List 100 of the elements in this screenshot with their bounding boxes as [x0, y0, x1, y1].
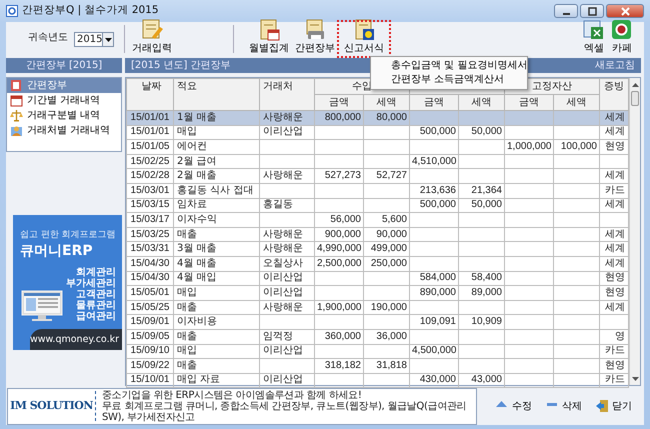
table-cell: 사랑해운 — [260, 168, 314, 184]
scroll-thumb[interactable] — [631, 91, 639, 106]
table-cell: 2,500,000 — [314, 256, 364, 272]
ad-product-name: 큐머니ERP — [20, 242, 94, 258]
table-cell: 31,818 — [364, 358, 410, 374]
ad-feature: 물류관리 — [75, 300, 116, 312]
exit-door-icon — [596, 400, 608, 412]
app-icon — [6, 5, 18, 17]
person-card-icon — [10, 124, 23, 137]
table-cell: 190,000 — [364, 300, 410, 315]
panel-header: 간편장부 [2015] — [6, 58, 122, 73]
year-select[interactable]: 2015 — [74, 32, 114, 47]
table-cell: 499,000 — [364, 242, 410, 256]
column-header: 세액 — [554, 94, 600, 110]
table-cell: 80,000 — [364, 110, 410, 126]
column-header: 증빙 — [600, 78, 628, 110]
table-cell: 2월 급여 — [174, 154, 260, 169]
ad-feature: 부가세관리 — [65, 278, 116, 289]
circle-badge-icon — [610, 18, 634, 41]
table-cell: 임차료 — [174, 198, 260, 213]
footer-button[interactable]: 닫기 — [596, 398, 632, 414]
ad-feature: 고객관리 — [75, 288, 116, 300]
sidebar-item[interactable]: 거래처별 거래내역 — [7, 123, 121, 138]
refresh-link[interactable]: 새로고침 — [595, 58, 635, 73]
toolbar-button[interactable]: 간편장부 — [292, 21, 338, 57]
table-cell: 이리산업 — [260, 271, 314, 286]
footer-button[interactable]: 수정 — [496, 398, 532, 414]
table-cell: 사랑해운 — [260, 227, 314, 242]
table-cell: 500,000 — [410, 125, 458, 140]
panel-title: [2015 년도] 간편장부 — [131, 59, 231, 73]
toolbar-button[interactable]: 월별집계 — [246, 21, 292, 57]
table-cell: 4,510,000 — [410, 154, 458, 169]
table-cell: 15/01/01 — [126, 110, 174, 126]
ad-banner[interactable]: 쉽고 편한 회계프로그램 큐머니ERP 회계관리 부가세관리 고객관리 물류관리 급여관리 www.qmoney.co.kr — [13, 215, 122, 350]
window-title: 간편장부Q | 철수가게 2015 — [22, 3, 159, 18]
table-cell: 사랑해운 — [260, 110, 314, 126]
table-cell: 109,091 — [410, 314, 458, 330]
table-cell: 15/09/05 — [126, 329, 174, 344]
table-cell: 15/03/01 — [126, 183, 174, 198]
table-cell: 213,636 — [410, 183, 458, 198]
table-cell: 15/01/05 — [126, 140, 174, 154]
column-header: 세액 — [364, 94, 410, 110]
table-cell: 15/01/01 — [126, 125, 174, 140]
table-cell: 오칠상사 — [260, 256, 314, 272]
table-cell: 15/03/15 — [126, 198, 174, 213]
ad-tagline: 쉽고 편한 회계프로그램 — [20, 229, 117, 242]
table-cell: 21,364 — [458, 183, 504, 198]
sidebar-item[interactable]: 거래구분별 내역 — [7, 108, 121, 123]
table-cell: 1,900,000 — [314, 300, 364, 315]
table-cell: 4월 매출 — [174, 256, 260, 272]
table-cell: 4,990,000 — [314, 242, 364, 256]
maximize-button[interactable] — [580, 4, 604, 18]
footer-button[interactable]: 삭제 — [546, 398, 582, 414]
table-cell: 매입 — [174, 125, 260, 140]
table-cell: 89,000 — [458, 286, 504, 300]
table-cell: 15/09/10 — [126, 344, 174, 359]
toolbar-button[interactable]: 카페 — [608, 21, 636, 57]
table-cell: 이리산업 — [260, 344, 314, 359]
spreadsheet-icon — [582, 18, 606, 41]
maximize-icon — [586, 6, 598, 16]
table-cell: 90,000 — [364, 227, 410, 242]
table-cell: 15/03/31 — [126, 242, 174, 256]
table-cell: 에어컨 — [174, 140, 260, 154]
table-cell: 홍길동 — [260, 198, 314, 213]
table-cell: 15/04/30 — [126, 256, 174, 272]
pencil-notepad-icon — [140, 18, 164, 41]
toolbar-button[interactable]: 엑셀 — [580, 21, 608, 57]
table-cell: 매입 — [174, 344, 260, 359]
table-cell: 800,000 — [314, 110, 364, 126]
column-header: 세액 — [458, 94, 504, 110]
table-cell: 임꺽정 — [260, 329, 314, 344]
table-cell: 3월 매출 — [174, 242, 260, 256]
table-cell: 36,000 — [364, 329, 410, 344]
sidebar-item[interactable]: 기간별 거래내역 — [7, 93, 121, 108]
table-cell: 이자비용 — [174, 314, 260, 330]
table-cell: 890,000 — [410, 286, 458, 300]
table-cell: 1,000,000 — [504, 140, 554, 154]
table-cell: 매출 — [174, 300, 260, 315]
scrollbar[interactable] — [629, 78, 640, 385]
table-cell: 15/04/30 — [126, 271, 174, 286]
minimize-icon — [562, 12, 570, 14]
table-cell: 584,000 — [410, 271, 458, 286]
table-cell: 360,000 — [314, 329, 364, 344]
table-cell: 15/05/01 — [126, 286, 174, 300]
toolbar-button[interactable]: 신고서식 — [338, 21, 390, 57]
toolbar-button[interactable]: 거래입력 — [129, 21, 175, 57]
menu-item[interactable]: 총수입금액 및 필요경비명세서 — [371, 59, 527, 73]
table-cell: 1월 매출 — [174, 110, 260, 126]
table-cell: 52,727 — [364, 168, 410, 184]
table-cell: 세계 — [600, 110, 628, 126]
book-icon — [10, 79, 23, 92]
monitor-drawing — [20, 288, 64, 323]
minimize-button[interactable] — [554, 4, 578, 18]
table-cell: 이리산업 — [260, 125, 314, 140]
table-cell: 15/02/28 — [126, 168, 174, 184]
table-cell: 15/02/25 — [126, 154, 174, 169]
close-button[interactable] — [606, 4, 644, 18]
table-cell: 50,000 — [458, 125, 504, 140]
table-cell: 사랑해운 — [260, 242, 314, 256]
table-cell: 15/09/01 — [126, 314, 174, 330]
